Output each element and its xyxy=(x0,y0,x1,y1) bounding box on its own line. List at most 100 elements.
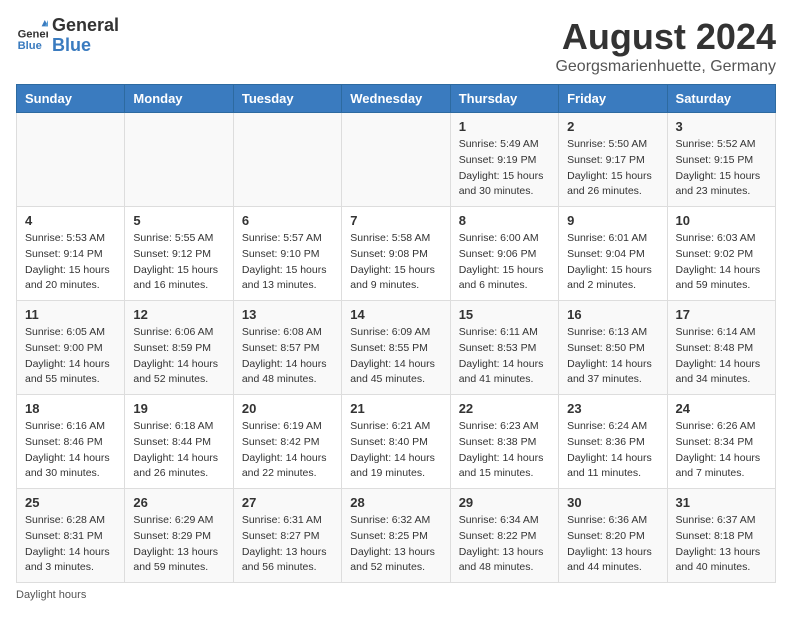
day-info: Sunrise: 6:05 AMSunset: 9:00 PMDaylight:… xyxy=(25,325,116,388)
table-row: 19 Sunrise: 6:18 AMSunset: 8:44 PMDayligh… xyxy=(125,395,233,489)
month-title: August 2024 xyxy=(555,16,776,58)
day-info: Sunrise: 6:01 AMSunset: 9:04 PMDaylight:… xyxy=(567,231,658,294)
day-number: 25 xyxy=(25,495,116,510)
day-number: 5 xyxy=(133,213,224,228)
day-number: 19 xyxy=(133,401,224,416)
table-row xyxy=(125,113,233,207)
logo: General Blue General Blue xyxy=(16,16,119,56)
table-row xyxy=(17,113,125,207)
table-row: 25 Sunrise: 6:28 AMSunset: 8:31 PMDayligh… xyxy=(17,489,125,583)
table-row: 31Sunrise: 6:37 AMSunset: 8:18 PMDayligh… xyxy=(667,489,775,583)
day-number: 20 xyxy=(242,401,333,416)
day-number: 8 xyxy=(459,213,550,228)
day-number: 13 xyxy=(242,307,333,322)
col-thursday: Thursday xyxy=(450,85,558,113)
table-row xyxy=(233,113,341,207)
calendar-header-row: Sunday Monday Tuesday Wednesday Thursday… xyxy=(17,85,776,113)
table-row: 23Sunrise: 6:24 AMSunset: 8:36 PMDayligh… xyxy=(559,395,667,489)
day-number: 10 xyxy=(676,213,767,228)
table-row: 21 Sunrise: 6:21 AMSunset: 8:40 PMDayligh… xyxy=(342,395,450,489)
table-row: 13Sunrise: 6:08 AMSunset: 8:57 PMDayligh… xyxy=(233,301,341,395)
table-row xyxy=(342,113,450,207)
table-row: 18 Sunrise: 6:16 AMSunset: 8:46 PMDayligh… xyxy=(17,395,125,489)
col-wednesday: Wednesday xyxy=(342,85,450,113)
day-info: Sunrise: 6:32 AMSunset: 8:25 PMDaylight:… xyxy=(350,513,441,576)
day-info: Sunrise: 6:14 AMSunset: 8:48 PMDaylight:… xyxy=(676,325,767,388)
day-number: 18 xyxy=(25,401,116,416)
calendar-week-row: 4 Sunrise: 5:53 AMSunset: 9:14 PMDaylight… xyxy=(17,207,776,301)
calendar-week-row: 11 Sunrise: 6:05 AMSunset: 9:00 PMDayligh… xyxy=(17,301,776,395)
day-info: Sunrise: 6:36 AMSunset: 8:20 PMDaylight:… xyxy=(567,513,658,576)
table-row: 30 Sunrise: 6:36 AMSunset: 8:20 PMDayligh… xyxy=(559,489,667,583)
day-info: Sunrise: 6:28 AMSunset: 8:31 PMDaylight:… xyxy=(25,513,116,576)
table-row: 6 Sunrise: 5:57 AMSunset: 9:10 PMDaylight… xyxy=(233,207,341,301)
day-info: Sunrise: 6:06 AMSunset: 8:59 PMDaylight:… xyxy=(133,325,224,388)
day-info: Sunrise: 6:31 AMSunset: 8:27 PMDaylight:… xyxy=(242,513,333,576)
day-number: 6 xyxy=(242,213,333,228)
day-info: Sunrise: 6:21 AMSunset: 8:40 PMDaylight:… xyxy=(350,419,441,482)
table-row: 28Sunrise: 6:32 AMSunset: 8:25 PMDayligh… xyxy=(342,489,450,583)
day-info: Sunrise: 6:11 AMSunset: 8:53 PMDaylight:… xyxy=(459,325,550,388)
day-info: Sunrise: 6:09 AMSunset: 8:55 PMDaylight:… xyxy=(350,325,441,388)
table-row: 11 Sunrise: 6:05 AMSunset: 9:00 PMDayligh… xyxy=(17,301,125,395)
table-row: 22 Sunrise: 6:23 AMSunset: 8:38 PMDayligh… xyxy=(450,395,558,489)
table-row: 27 Sunrise: 6:31 AMSunset: 8:27 PMDayligh… xyxy=(233,489,341,583)
day-number: 30 xyxy=(567,495,658,510)
calendar-week-row: 1 Sunrise: 5:49 AMSunset: 9:19 PMDaylight… xyxy=(17,113,776,207)
svg-text:Blue: Blue xyxy=(18,40,42,52)
day-number: 9 xyxy=(567,213,658,228)
day-info: Sunrise: 6:03 AMSunset: 9:02 PMDaylight:… xyxy=(676,231,767,294)
day-number: 31 xyxy=(676,495,767,510)
table-row: 20 Sunrise: 6:19 AMSunset: 8:42 PMDayligh… xyxy=(233,395,341,489)
day-info: Sunrise: 6:16 AMSunset: 8:46 PMDaylight:… xyxy=(25,419,116,482)
table-row: 5 Sunrise: 5:55 AMSunset: 9:12 PMDaylight… xyxy=(125,207,233,301)
table-row: 16 Sunrise: 6:13 AMSunset: 8:50 PMDayligh… xyxy=(559,301,667,395)
day-info: Sunrise: 6:23 AMSunset: 8:38 PMDaylight:… xyxy=(459,419,550,482)
day-number: 4 xyxy=(25,213,116,228)
table-row: 15Sunrise: 6:11 AMSunset: 8:53 PMDayligh… xyxy=(450,301,558,395)
day-info: Sunrise: 6:13 AMSunset: 8:50 PMDaylight:… xyxy=(567,325,658,388)
day-number: 11 xyxy=(25,307,116,322)
calendar-week-row: 18 Sunrise: 6:16 AMSunset: 8:46 PMDayligh… xyxy=(17,395,776,489)
day-info: Sunrise: 5:57 AMSunset: 9:10 PMDaylight:… xyxy=(242,231,333,294)
day-number: 2 xyxy=(567,119,658,134)
day-info: Sunrise: 5:52 AMSunset: 9:15 PMDaylight:… xyxy=(676,137,767,200)
day-info: Sunrise: 5:49 AMSunset: 9:19 PMDaylight:… xyxy=(459,137,550,200)
day-number: 22 xyxy=(459,401,550,416)
day-info: Sunrise: 5:58 AMSunset: 9:08 PMDaylight:… xyxy=(350,231,441,294)
day-info: Sunrise: 6:34 AMSunset: 8:22 PMDaylight:… xyxy=(459,513,550,576)
calendar-table: Sunday Monday Tuesday Wednesday Thursday… xyxy=(16,84,776,583)
day-number: 27 xyxy=(242,495,333,510)
day-number: 7 xyxy=(350,213,441,228)
page-header: General Blue General Blue August 2024 Ge… xyxy=(16,16,776,76)
day-number: 3 xyxy=(676,119,767,134)
table-row: 2Sunrise: 5:50 AMSunset: 9:17 PMDaylight… xyxy=(559,113,667,207)
col-friday: Friday xyxy=(559,85,667,113)
location-title: Georgsmarienhuette, Germany xyxy=(555,58,776,76)
table-row: 10 Sunrise: 6:03 AMSunset: 9:02 PMDayligh… xyxy=(667,207,775,301)
day-info: Sunrise: 6:00 AMSunset: 9:06 PMDaylight:… xyxy=(459,231,550,294)
day-number: 12 xyxy=(133,307,224,322)
col-saturday: Saturday xyxy=(667,85,775,113)
table-row: 24 Sunrise: 6:26 AMSunset: 8:34 PMDayligh… xyxy=(667,395,775,489)
logo-blue-text: Blue xyxy=(52,36,119,56)
day-number: 21 xyxy=(350,401,441,416)
table-row: 29Sunrise: 6:34 AMSunset: 8:22 PMDayligh… xyxy=(450,489,558,583)
day-number: 16 xyxy=(567,307,658,322)
title-area: August 2024 Georgsmarienhuette, Germany xyxy=(555,16,776,76)
table-row: 12 Sunrise: 6:06 AMSunset: 8:59 PMDayligh… xyxy=(125,301,233,395)
day-info: Sunrise: 6:26 AMSunset: 8:34 PMDaylight:… xyxy=(676,419,767,482)
col-monday: Monday xyxy=(125,85,233,113)
svg-text:General: General xyxy=(18,28,48,40)
day-info: Sunrise: 5:55 AMSunset: 9:12 PMDaylight:… xyxy=(133,231,224,294)
day-number: 24 xyxy=(676,401,767,416)
day-number: 1 xyxy=(459,119,550,134)
table-row: 26Sunrise: 6:29 AMSunset: 8:29 PMDayligh… xyxy=(125,489,233,583)
day-info: Sunrise: 5:53 AMSunset: 9:14 PMDaylight:… xyxy=(25,231,116,294)
day-info: Sunrise: 6:19 AMSunset: 8:42 PMDaylight:… xyxy=(242,419,333,482)
logo-icon: General Blue xyxy=(16,20,48,52)
day-info: Sunrise: 6:24 AMSunset: 8:36 PMDaylight:… xyxy=(567,419,658,482)
day-info: Sunrise: 6:18 AMSunset: 8:44 PMDaylight:… xyxy=(133,419,224,482)
footer-note: Daylight hours xyxy=(16,589,776,601)
table-row: 7 Sunrise: 5:58 AMSunset: 9:08 PMDaylight… xyxy=(342,207,450,301)
